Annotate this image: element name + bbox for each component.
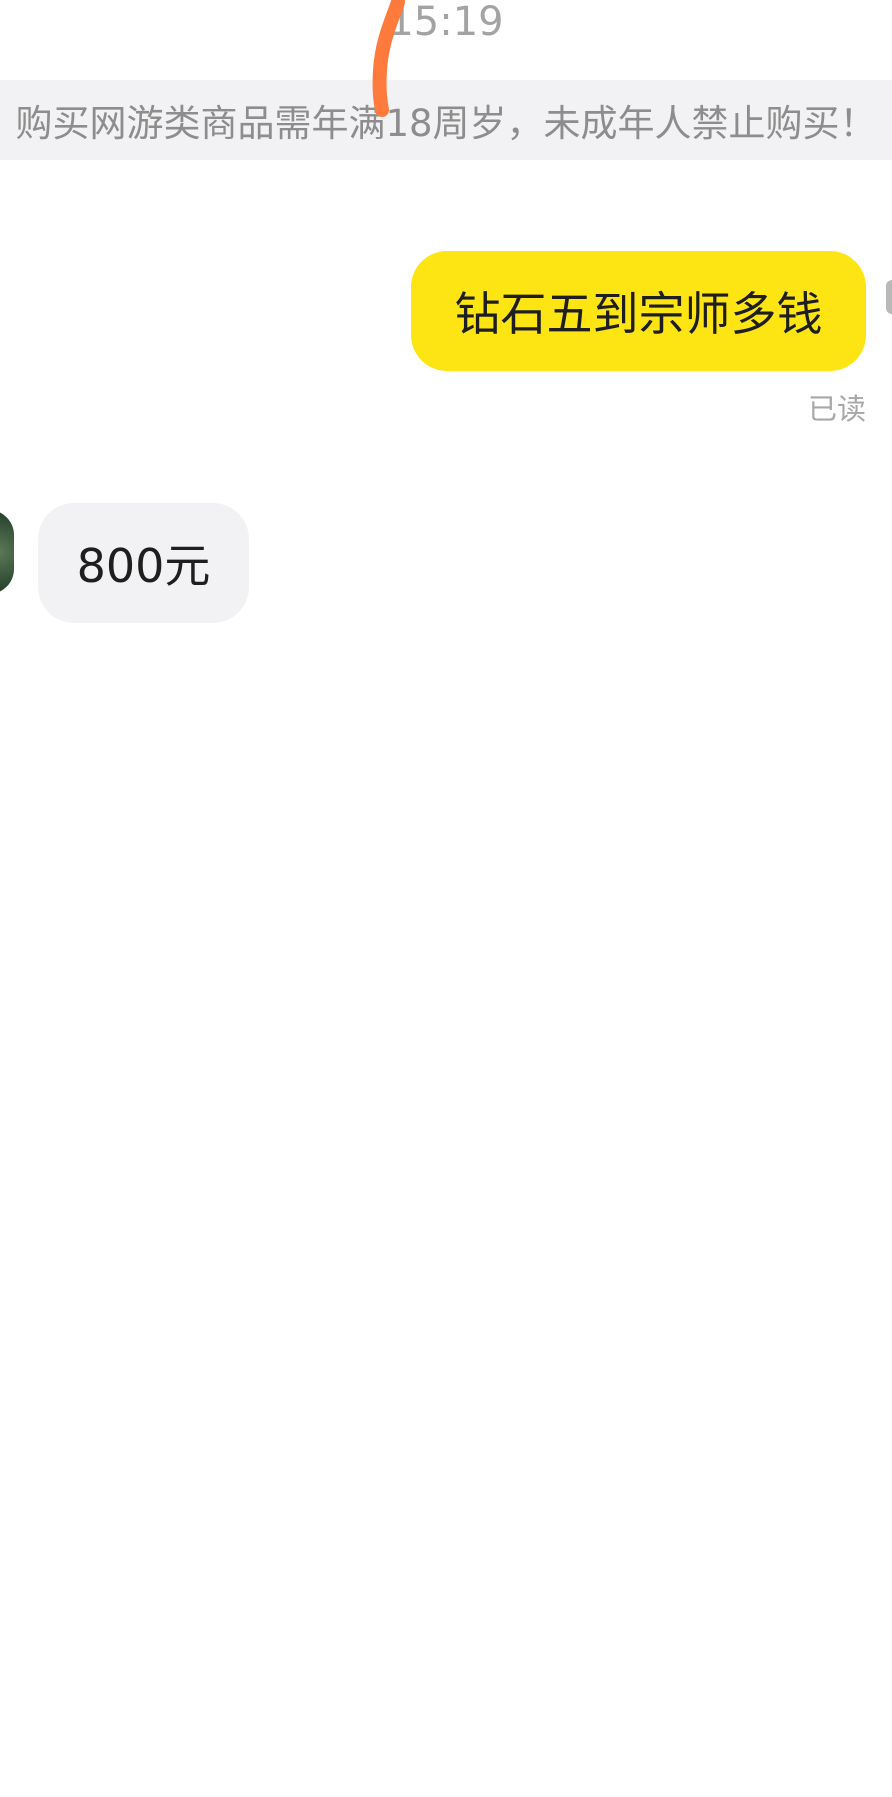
chat-screen: 15:19 购买网游类商品需年满18周岁，未成年人禁止购买！ 钻石五到宗师多钱 … xyxy=(0,0,892,1797)
message-timestamp: 15:19 xyxy=(388,0,504,45)
incoming-message-text: 800元 xyxy=(76,539,211,593)
outgoing-message-bubble[interactable]: 钻石五到宗师多钱 xyxy=(411,251,866,371)
age-restriction-notice: 购买网游类商品需年满18周岁，未成年人禁止购买！ xyxy=(0,80,892,160)
incoming-message-bubble[interactable]: 800元 xyxy=(38,503,249,623)
self-avatar[interactable] xyxy=(886,280,892,314)
read-status: 已读 xyxy=(807,392,866,426)
contact-avatar[interactable] xyxy=(0,510,14,594)
notice-text: 购买网游类商品需年满18周岁，未成年人禁止购买！ xyxy=(15,102,877,145)
outgoing-message-text: 钻石五到宗师多钱 xyxy=(454,287,823,341)
